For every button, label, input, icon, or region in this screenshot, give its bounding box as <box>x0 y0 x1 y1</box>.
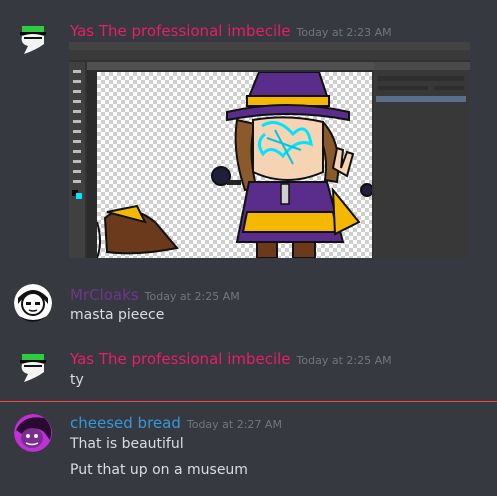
author-name[interactable]: cheesed bread Today at 2:27 AM <box>70 414 282 432</box>
author-name[interactable]: Yas The professional imbecile Today at 2:… <box>70 22 392 40</box>
green-hat-ghost-icon <box>14 22 52 60</box>
author-label[interactable]: cheesed bread <box>70 414 181 432</box>
purple-character-avatar-icon <box>14 414 52 452</box>
author-label[interactable]: Yas The professional imbecile <box>70 22 291 40</box>
message-text: masta pieece <box>70 307 165 323</box>
message-text: Put that up on a museum <box>70 462 248 478</box>
timestamp: Today at 2:25 AM <box>144 290 240 303</box>
avatar[interactable] <box>14 414 52 452</box>
author-name[interactable]: Yas The professional imbecile Today at 2:… <box>70 350 392 368</box>
new-messages-divider <box>0 401 497 402</box>
avatar[interactable] <box>14 350 52 388</box>
timestamp: Today at 2:27 AM <box>186 418 282 431</box>
ps-layers-panel <box>374 62 470 258</box>
timestamp: Today at 2:25 AM <box>296 354 392 367</box>
author-label[interactable]: MrCloaks <box>70 286 139 304</box>
ps-options-bar <box>69 50 470 60</box>
attachment-image[interactable] <box>69 42 470 258</box>
hat-kid-drawing <box>96 71 374 258</box>
message-text: That is beautiful <box>70 436 184 452</box>
avatar[interactable] <box>14 284 52 322</box>
avatar[interactable] <box>14 22 52 60</box>
ps-toolbar <box>69 62 85 258</box>
ps-canvas <box>96 71 374 258</box>
ps-canvas-area <box>87 70 374 258</box>
author-label[interactable]: Yas The professional imbecile <box>70 350 291 368</box>
ps-menu-bar <box>69 42 470 50</box>
timestamp: Today at 2:23 AM <box>296 26 392 39</box>
ps-document-tabs <box>87 62 377 70</box>
ps-selected-layer <box>376 96 466 102</box>
black-white-cloak-avatar-icon <box>14 284 52 322</box>
author-name[interactable]: MrCloaks Today at 2:25 AM <box>70 286 240 304</box>
message-text: ty <box>70 372 84 388</box>
green-hat-ghost-icon <box>14 350 52 388</box>
